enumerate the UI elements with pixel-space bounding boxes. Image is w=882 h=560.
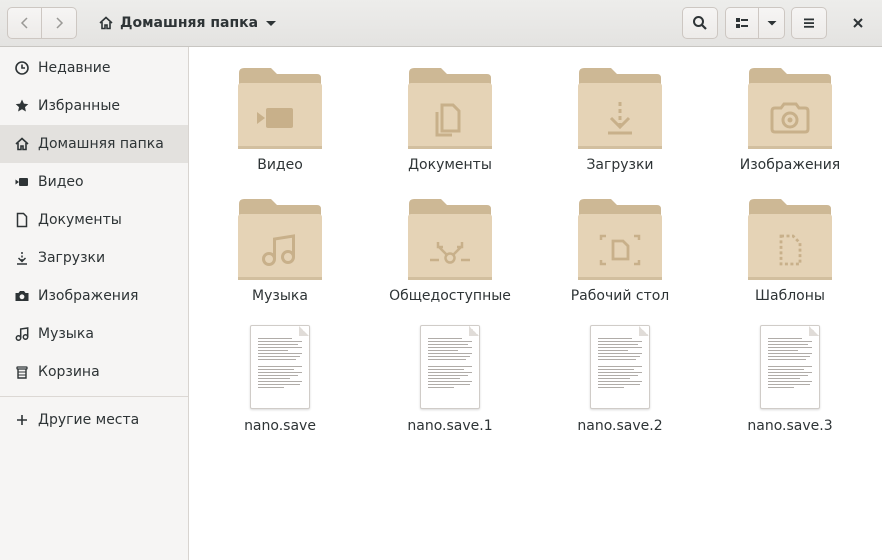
folder-desktop[interactable]: Рабочий стол — [540, 198, 700, 304]
file-nano-save-3[interactable]: nano.save.3 — [710, 325, 870, 434]
sidebar-item-trash[interactable]: Корзина — [0, 353, 188, 391]
search-button[interactable] — [682, 7, 718, 39]
folder-download-icon — [578, 68, 662, 149]
location-button[interactable]: Домашняя папка — [90, 7, 286, 39]
sidebar-item-downloads[interactable]: Загрузки — [0, 239, 188, 277]
star-icon — [14, 98, 30, 114]
file-name: nano.save — [244, 418, 316, 434]
file-name: Изображения — [739, 157, 841, 173]
file-name: Рабочий стол — [570, 288, 670, 304]
folder-video-icon — [238, 68, 322, 149]
clock-icon — [14, 60, 30, 76]
sidebar-separator — [0, 396, 188, 397]
folder-downloads[interactable]: Загрузки — [540, 67, 700, 173]
sidebar-item-recent[interactable]: Недавние — [0, 49, 188, 87]
folder-music[interactable]: Музыка — [200, 198, 360, 304]
sidebar-item-other-locations[interactable]: Другие места — [0, 401, 188, 439]
sidebar-item-videos[interactable]: Видео — [0, 163, 188, 201]
view-menu-button[interactable] — [759, 7, 785, 39]
sidebar-item-label: Избранные — [38, 98, 120, 114]
file-name: Видео — [257, 157, 303, 173]
music-icon — [14, 326, 30, 342]
sidebar-item-music[interactable]: Музыка — [0, 315, 188, 353]
file-name: nano.save.2 — [577, 418, 663, 434]
text-file-icon — [250, 325, 310, 409]
view-toggle-button[interactable] — [725, 7, 759, 39]
trash-icon — [14, 364, 30, 380]
sidebar-item-starred[interactable]: Избранные — [0, 87, 188, 125]
forward-button[interactable] — [42, 7, 77, 39]
file-nano-save[interactable]: nano.save — [200, 325, 360, 434]
sidebar-item-documents[interactable]: Документы — [0, 201, 188, 239]
folder-documents-icon — [408, 68, 492, 149]
hamburger-menu-icon — [804, 18, 814, 28]
sidebar-item-pictures[interactable]: Изображения — [0, 277, 188, 315]
chevron-right-icon — [56, 17, 64, 29]
file-nano-save-2[interactable]: nano.save.2 — [540, 325, 700, 434]
plus-icon — [14, 412, 30, 428]
folder-templates[interactable]: Шаблоны — [710, 198, 870, 304]
sidebar-item-home[interactable]: Домашняя папка — [0, 125, 188, 163]
close-icon — [853, 18, 863, 28]
text-file-icon — [590, 325, 650, 409]
folder-documents[interactable]: Документы — [370, 67, 530, 173]
folder-camera-icon — [748, 68, 832, 149]
sidebar-item-label: Загрузки — [38, 250, 106, 266]
sidebar-item-label: Видео — [38, 174, 84, 190]
navigation-buttons — [7, 7, 77, 39]
sidebar-item-label: Домашняя папка — [38, 136, 164, 152]
folder-desktop-icon — [578, 199, 662, 280]
folder-videos[interactable]: Видео — [200, 67, 360, 173]
sidebar-item-label: Другие места — [38, 412, 140, 428]
sidebar-item-label: Документы — [38, 212, 122, 228]
file-name: Шаблоны — [755, 288, 825, 304]
list-view-icon — [736, 18, 748, 28]
file-name: Загрузки — [586, 157, 654, 173]
chevron-left-icon — [20, 17, 28, 29]
home-icon — [14, 136, 30, 152]
download-icon — [14, 250, 30, 266]
file-nano-save-1[interactable]: nano.save.1 — [370, 325, 530, 434]
file-name: Документы — [408, 157, 492, 173]
file-name: nano.save.1 — [407, 418, 493, 434]
folder-pictures[interactable]: Изображения — [710, 67, 870, 173]
file-manager-window: Домашняя папка Недавние Избранные Домашн… — [0, 0, 882, 560]
document-icon — [14, 212, 30, 228]
text-file-icon — [420, 325, 480, 409]
file-grid: Видео Документы Загрузки Изображения Муз… — [189, 47, 882, 560]
sidebar: Недавние Избранные Домашняя папка Видео … — [0, 47, 189, 560]
file-name: Общедоступные — [389, 288, 511, 304]
back-button[interactable] — [7, 7, 42, 39]
chevron-down-icon — [767, 21, 776, 26]
folder-templates-icon — [748, 199, 832, 280]
sidebar-item-label: Изображения — [38, 288, 139, 304]
folder-public[interactable]: Общедоступные — [370, 198, 530, 304]
header-bar: Домашняя папка — [0, 0, 882, 47]
home-icon — [99, 16, 113, 30]
folder-music-icon — [238, 199, 322, 280]
sidebar-item-label: Музыка — [38, 326, 94, 342]
chevron-down-icon — [266, 21, 277, 26]
text-file-icon — [760, 325, 820, 409]
folder-share-icon — [408, 199, 492, 280]
sidebar-item-label: Корзина — [38, 364, 100, 380]
file-name: nano.save.3 — [747, 418, 833, 434]
camera-icon — [14, 288, 30, 304]
location-label: Домашняя папка — [120, 15, 259, 31]
video-icon — [14, 174, 30, 190]
file-name: Музыка — [252, 288, 308, 304]
main-menu-button[interactable] — [791, 7, 827, 39]
search-icon — [693, 16, 707, 30]
close-button[interactable] — [842, 7, 874, 39]
sidebar-item-label: Недавние — [38, 60, 111, 76]
view-options — [725, 7, 785, 39]
